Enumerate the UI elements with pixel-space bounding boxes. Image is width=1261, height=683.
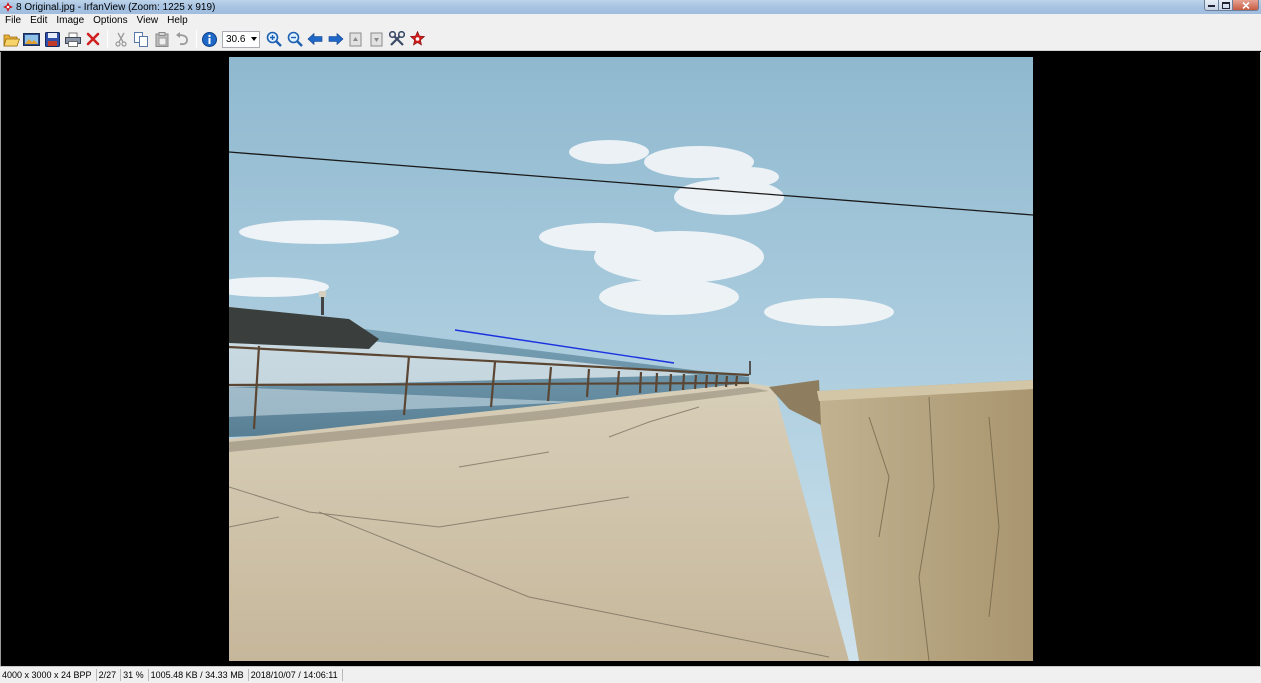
minimize-button[interactable] — [1204, 0, 1219, 11]
thumbnails-icon — [23, 32, 40, 46]
toolbar-separator — [195, 30, 197, 48]
displayed-image — [229, 57, 1033, 661]
status-size: 1005.48 KB / 34.33 MB — [149, 669, 249, 681]
copy-icon — [133, 31, 148, 47]
save-icon — [44, 31, 60, 47]
delete-icon — [86, 32, 100, 46]
exit-icon — [409, 31, 426, 46]
print-button[interactable] — [63, 29, 83, 49]
minimize-icon — [1208, 5, 1215, 7]
first-page-button[interactable] — [346, 29, 366, 49]
zoom-combo[interactable]: 30.6 — [222, 30, 260, 48]
undo-icon — [176, 32, 188, 46]
window-title: 8 Original.jpg - IrfanView (Zoom: 1225 x… — [16, 1, 216, 13]
open-button[interactable] — [1, 29, 21, 49]
status-page: 2/27 — [97, 669, 122, 681]
menu-edit[interactable]: Edit — [25, 14, 51, 28]
toolbar-separator — [106, 30, 108, 48]
info-button[interactable] — [200, 29, 220, 49]
close-button[interactable] — [1233, 0, 1259, 11]
last-page-button[interactable] — [367, 29, 387, 49]
image-viewer[interactable] — [0, 52, 1261, 666]
exit-button[interactable] — [408, 29, 428, 49]
irfanview-icon — [3, 2, 13, 12]
maximize-button[interactable] — [1219, 0, 1233, 11]
open-folder-icon — [2, 34, 20, 46]
toolbar: 30.6 — [0, 28, 1261, 51]
status-datetime: 2018/10/07 / 14:06:11 — [249, 669, 343, 681]
zoom-in-button[interactable] — [264, 29, 284, 49]
previous-icon — [307, 33, 323, 45]
title-bar: 8 Original.jpg - IrfanView (Zoom: 1225 x… — [0, 0, 1261, 14]
zoom-out-button[interactable] — [285, 29, 305, 49]
save-button[interactable] — [42, 29, 62, 49]
paste-button[interactable] — [152, 29, 172, 49]
status-bar: 4000 x 3000 x 24 BPP 2/27 31 % 1005.48 K… — [0, 666, 1261, 683]
print-icon — [64, 32, 81, 47]
close-icon — [1241, 1, 1250, 9]
pier-photo — [229, 57, 1033, 661]
menu-view[interactable]: View — [132, 14, 163, 28]
paste-icon — [155, 31, 168, 47]
menu-help[interactable]: Help — [162, 14, 192, 28]
menu-bar: File Edit Image Options View Help — [0, 14, 1261, 28]
undo-button[interactable] — [172, 29, 192, 49]
maximize-icon — [1221, 1, 1230, 9]
copy-button[interactable] — [131, 29, 151, 49]
status-dimensions: 4000 x 3000 x 24 BPP — [0, 669, 97, 681]
window-controls — [1204, 0, 1259, 12]
cut-icon — [114, 32, 127, 47]
zoom-value: 30.6 — [226, 33, 246, 45]
last-page-icon — [370, 32, 382, 46]
chevron-down-icon[interactable] — [250, 34, 258, 45]
thumbnails-button[interactable] — [22, 29, 42, 49]
next-button[interactable] — [326, 29, 346, 49]
menu-options[interactable]: Options — [88, 14, 131, 28]
menu-file[interactable]: File — [0, 14, 25, 28]
cut-button[interactable] — [111, 29, 131, 49]
previous-button[interactable] — [305, 29, 325, 49]
info-icon — [202, 31, 217, 47]
settings-icon — [389, 31, 405, 46]
settings-button[interactable] — [387, 29, 407, 49]
zoom-out-icon — [287, 31, 303, 47]
first-page-icon — [349, 32, 362, 46]
zoom-in-icon — [266, 31, 282, 47]
status-zoom: 31 % — [121, 669, 149, 681]
menu-image[interactable]: Image — [51, 14, 88, 28]
next-icon — [328, 33, 343, 45]
delete-button[interactable] — [83, 29, 103, 49]
